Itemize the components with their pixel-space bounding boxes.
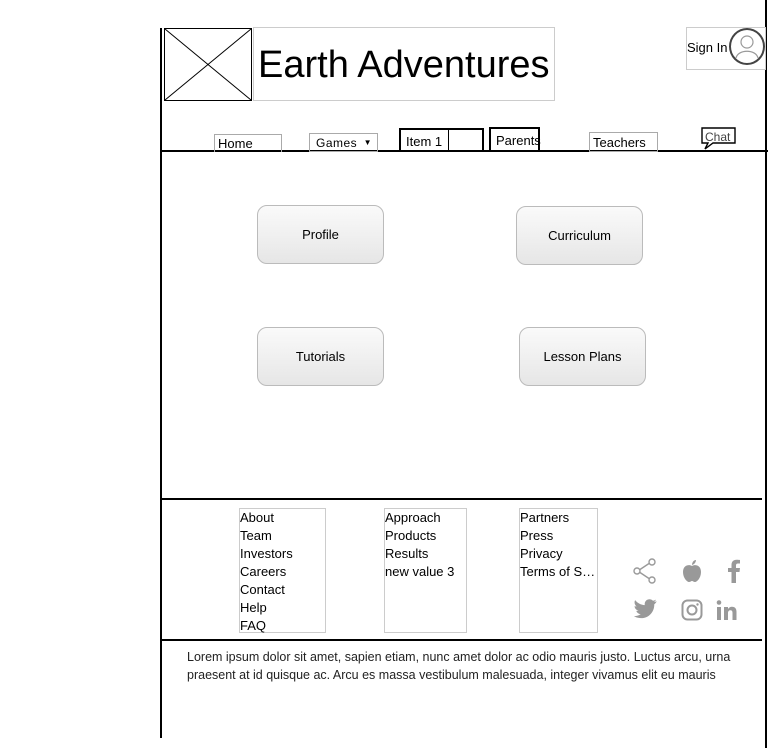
curriculum-button[interactable]: Curriculum	[516, 206, 643, 265]
nav-item1-divider	[448, 130, 449, 152]
nav-parents[interactable]: Parents	[489, 127, 541, 152]
footer-link-faq[interactable]: FAQ	[240, 617, 325, 635]
nav-games-label: Games	[316, 136, 358, 150]
profile-button[interactable]: Profile	[257, 205, 384, 264]
footer-link-investors[interactable]: Investors	[240, 545, 325, 563]
facebook-icon[interactable]	[726, 559, 742, 583]
twitter-icon[interactable]	[633, 599, 658, 620]
footer-link-privacy[interactable]: Privacy	[520, 545, 597, 563]
logo-image-placeholder	[164, 28, 252, 101]
left-frame-line	[160, 28, 162, 738]
nav-games-dropdown[interactable]: Games ▼	[309, 133, 378, 152]
tutorials-button[interactable]: Tutorials	[257, 327, 384, 386]
nav-home[interactable]: Home	[214, 134, 282, 152]
chevron-down-icon: ▼	[363, 138, 372, 147]
lesson-plans-button-label: Lesson Plans	[543, 349, 622, 364]
footer-link-partners[interactable]: Partners	[520, 509, 597, 527]
footer-link-new-value[interactable]: new value 3	[385, 563, 466, 581]
footer-link-press[interactable]: Press	[520, 527, 597, 545]
lesson-plans-button[interactable]: Lesson Plans	[519, 327, 646, 386]
tutorials-button-label: Tutorials	[295, 349, 346, 364]
footer-bottom-divider	[160, 639, 762, 641]
share-icon[interactable]	[632, 558, 658, 584]
sign-in-label[interactable]: Sign In	[687, 40, 727, 55]
nav-teachers-label: Teachers	[593, 135, 646, 150]
linkedin-icon[interactable]	[716, 600, 737, 620]
footer-link-team[interactable]: Team	[240, 527, 325, 545]
footer-link-approach[interactable]: Approach	[385, 509, 466, 527]
footer-link-results[interactable]: Results	[385, 545, 466, 563]
footer-link-help[interactable]: Help	[240, 599, 325, 617]
footer-link-products[interactable]: Products	[385, 527, 466, 545]
footer-lorem-text: Lorem ipsum dolor sit amet, sapien etiam…	[187, 650, 731, 682]
footer-link-careers[interactable]: Careers	[240, 563, 325, 581]
nav-parents-label: Parents	[496, 133, 541, 148]
nav-item1[interactable]: Item 1	[399, 128, 484, 152]
footer-links-company: About Team Investors Careers Contact Hel…	[239, 508, 326, 633]
nav-teachers[interactable]: Teachers	[589, 132, 658, 152]
page-title: Earth Adventures	[258, 44, 550, 86]
profile-button-label: Profile	[302, 227, 339, 242]
footer-top-divider	[160, 498, 762, 500]
footer-link-about[interactable]: About	[240, 509, 325, 527]
avatar-icon[interactable]	[729, 28, 765, 65]
curriculum-button-label: Curriculum	[548, 228, 611, 243]
footer-link-contact[interactable]: Contact	[240, 581, 325, 599]
apple-icon[interactable]	[681, 559, 703, 583]
footer-link-terms[interactable]: Terms of Service	[520, 563, 597, 581]
right-frame-line	[765, 0, 767, 748]
footer-links-product: Approach Products Results new value 3	[384, 508, 467, 633]
nav-item1-label: Item 1	[406, 134, 443, 149]
chat-label: Chat	[705, 130, 731, 144]
chat-bubble-button[interactable]: Chat	[701, 127, 737, 151]
footer-links-legal: Partners Press Privacy Terms of Service	[519, 508, 598, 633]
nav-home-label: Home	[218, 136, 253, 151]
instagram-icon[interactable]	[681, 599, 703, 621]
